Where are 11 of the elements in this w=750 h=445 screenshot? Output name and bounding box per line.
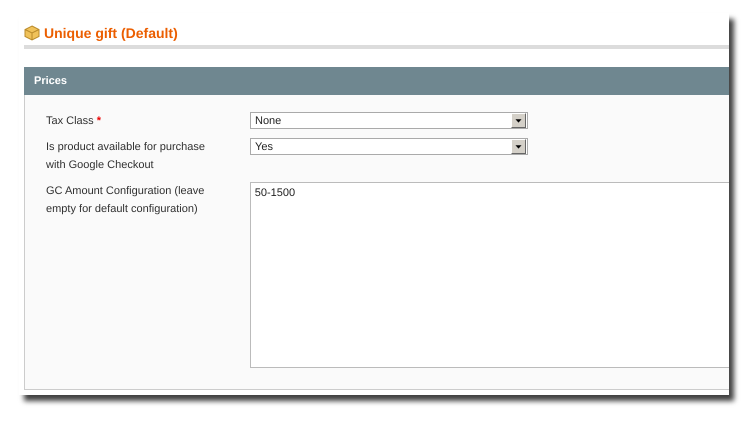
dropdown-icon[interactable] xyxy=(511,113,526,128)
text-area[interactable]: 50-1500 xyxy=(250,182,729,368)
select-field[interactable]: Yes xyxy=(250,138,528,155)
field-label: GC Amount Configuration (leave empty for default configuration) xyxy=(46,184,206,217)
page-title: Unique gift (Default) xyxy=(44,25,178,41)
box-icon xyxy=(24,25,40,41)
select-field[interactable]: None xyxy=(250,112,528,129)
section-title: Prices xyxy=(34,75,68,87)
dropdown-icon[interactable] xyxy=(511,139,526,154)
field-label: Tax Class * xyxy=(46,114,102,129)
field-label: Is product available for purchase with Google Checkout xyxy=(46,140,206,173)
